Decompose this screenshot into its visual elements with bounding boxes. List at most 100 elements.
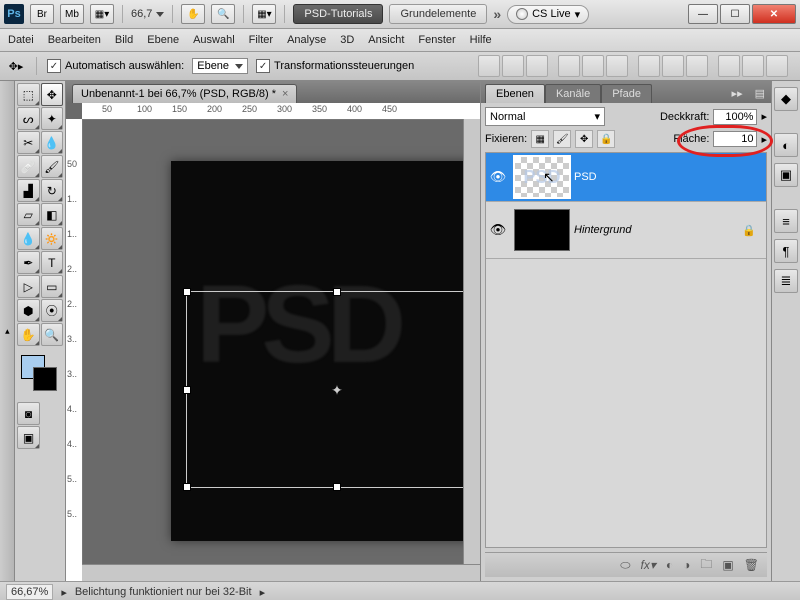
maximize-button[interactable]: ☐ bbox=[720, 4, 750, 24]
close-tab-icon[interactable]: × bbox=[282, 88, 288, 100]
workspace-tab-other[interactable]: Grundelemente bbox=[389, 4, 487, 24]
distribute-button[interactable] bbox=[662, 55, 684, 77]
hand-tool-shortcut[interactable]: ✋ bbox=[181, 4, 205, 24]
gradient-tool[interactable]: ◧ bbox=[41, 203, 64, 226]
distribute-button[interactable] bbox=[766, 55, 788, 77]
visibility-toggle[interactable]: 👁 bbox=[486, 169, 510, 185]
menu-bild[interactable]: Bild bbox=[115, 34, 133, 46]
transform-handle[interactable] bbox=[183, 288, 191, 296]
zoom-display[interactable]: 66,7 bbox=[131, 8, 164, 20]
distribute-button[interactable] bbox=[638, 55, 660, 77]
layer-row[interactable]: 👁 Hintergrund 🔒 bbox=[486, 202, 766, 259]
cslive-button[interactable]: CS Live▾ bbox=[507, 5, 589, 24]
menu-3d[interactable]: 3D bbox=[340, 34, 354, 46]
link-layers-button[interactable]: ⬭ bbox=[620, 558, 630, 573]
path-select-tool[interactable]: ▷ bbox=[17, 275, 40, 298]
new-layer-button[interactable]: ▣ bbox=[722, 558, 733, 572]
horizontal-ruler[interactable]: 50100150200250300350400450 bbox=[82, 103, 480, 120]
bridge-button[interactable]: Br bbox=[30, 4, 54, 24]
workspace-more-icon[interactable]: » bbox=[493, 6, 501, 22]
transform-controls-checkbox[interactable]: ✓Transformationssteuerungen bbox=[256, 59, 414, 73]
eraser-tool[interactable]: ▱ bbox=[17, 203, 40, 226]
fill-input[interactable]: 10 bbox=[713, 131, 757, 147]
type-tool[interactable]: T bbox=[41, 251, 64, 274]
zoom-tool-shortcut[interactable]: 🔍 bbox=[211, 4, 235, 24]
marquee-tool[interactable]: ⬚ bbox=[17, 83, 40, 106]
hand-tool[interactable]: ✋ bbox=[17, 323, 40, 346]
dock-swatches-icon[interactable]: ◆ bbox=[774, 87, 798, 111]
dock-masks-icon[interactable]: ▣ bbox=[774, 163, 798, 187]
auto-select-dropdown[interactable]: Ebene bbox=[192, 58, 248, 74]
brush-tool[interactable]: 🖌 bbox=[41, 155, 64, 178]
transform-handle[interactable] bbox=[333, 483, 341, 491]
crop-tool[interactable]: ✂ bbox=[17, 131, 40, 154]
layer-name[interactable]: PSD bbox=[574, 171, 766, 183]
lasso-tool[interactable]: ᔕ bbox=[17, 107, 40, 130]
menu-auswahl[interactable]: Auswahl bbox=[193, 34, 235, 46]
adjustment-button[interactable]: ◑ bbox=[683, 558, 690, 572]
minimize-button[interactable]: — bbox=[688, 4, 718, 24]
shape-tool[interactable]: ▭ bbox=[41, 275, 64, 298]
screenmode-button[interactable]: ▣ bbox=[17, 426, 40, 449]
opacity-flyout-icon[interactable]: ▸ bbox=[761, 110, 767, 123]
vertical-scrollbar[interactable] bbox=[463, 119, 480, 565]
lock-transparency-button[interactable]: ▦ bbox=[531, 130, 549, 148]
move-tool[interactable]: ✥ bbox=[41, 83, 64, 106]
dock-history-icon[interactable]: ≡ bbox=[774, 209, 798, 233]
vertical-ruler[interactable]: 501..1..2..2..3..3..4..4..5..5.. bbox=[66, 119, 83, 581]
lock-position-button[interactable]: ✥ bbox=[575, 130, 593, 148]
zoom-field[interactable]: 66,67% bbox=[6, 584, 53, 600]
auto-select-checkbox[interactable]: ✓Automatisch auswählen: bbox=[47, 59, 184, 73]
group-button[interactable]: 🗀 bbox=[700, 555, 712, 576]
visibility-toggle[interactable]: 👁 bbox=[486, 222, 510, 238]
opacity-input[interactable]: 100% bbox=[713, 109, 757, 125]
panel-menu-icon[interactable]: ▤ bbox=[749, 84, 771, 103]
minibridge-button[interactable]: Mb bbox=[60, 4, 84, 24]
collapse-strip[interactable]: ◂ bbox=[0, 81, 15, 581]
pen-tool[interactable]: ✒ bbox=[17, 251, 40, 274]
menu-datei[interactable]: Datei bbox=[8, 34, 34, 46]
horizontal-scrollbar[interactable] bbox=[82, 564, 480, 581]
menu-analyse[interactable]: Analyse bbox=[287, 34, 326, 46]
dock-paragraph-icon[interactable]: ≣ bbox=[774, 269, 798, 293]
mask-button[interactable]: ◐ bbox=[666, 558, 673, 572]
menu-filter[interactable]: Filter bbox=[249, 34, 273, 46]
align-button[interactable] bbox=[526, 55, 548, 77]
tab-kanaele[interactable]: Kanäle bbox=[545, 84, 601, 103]
dodge-tool[interactable]: 🔅 bbox=[41, 227, 64, 250]
layer-thumbnail[interactable] bbox=[514, 209, 570, 251]
history-brush-tool[interactable]: ↻ bbox=[41, 179, 64, 202]
panel-expand-icon[interactable]: ▸▸ bbox=[726, 84, 749, 103]
layer-name[interactable]: Hintergrund bbox=[574, 224, 732, 236]
dock-character-icon[interactable]: ¶ bbox=[774, 239, 798, 263]
menu-ansicht[interactable]: Ansicht bbox=[368, 34, 404, 46]
magic-wand-tool[interactable]: ✦ bbox=[41, 107, 64, 130]
blend-mode-dropdown[interactable]: Normal▾ bbox=[485, 107, 605, 126]
menu-ebene[interactable]: Ebene bbox=[147, 34, 179, 46]
distribute-button[interactable] bbox=[742, 55, 764, 77]
distribute-button[interactable] bbox=[686, 55, 708, 77]
align-button[interactable] bbox=[558, 55, 580, 77]
transform-handle[interactable] bbox=[333, 288, 341, 296]
align-button[interactable] bbox=[502, 55, 524, 77]
transform-bounding-box[interactable]: ✦ bbox=[186, 291, 480, 488]
3d-tool[interactable]: ⬢ bbox=[17, 299, 40, 322]
zoom-tool[interactable]: 🔍 bbox=[41, 323, 64, 346]
menu-fenster[interactable]: Fenster bbox=[418, 34, 455, 46]
screen-mode-button[interactable]: ▦▾ bbox=[90, 4, 114, 24]
transform-handle[interactable] bbox=[183, 483, 191, 491]
tab-pfade[interactable]: Pfade bbox=[601, 84, 652, 103]
close-button[interactable]: ✕ bbox=[752, 4, 796, 24]
document-tab[interactable]: Unbenannt-1 bei 66,7% (PSD, RGB/8) *× bbox=[72, 84, 297, 103]
align-button[interactable] bbox=[606, 55, 628, 77]
layer-thumbnail[interactable]: PSD ↖ bbox=[514, 156, 570, 198]
eyedropper-tool[interactable]: 💧 bbox=[41, 131, 64, 154]
align-button[interactable] bbox=[582, 55, 604, 77]
delete-layer-button[interactable]: 🗑 bbox=[744, 558, 759, 572]
background-swatch[interactable] bbox=[33, 367, 57, 391]
tab-ebenen[interactable]: Ebenen bbox=[485, 84, 545, 103]
transform-center-icon[interactable]: ✦ bbox=[331, 384, 343, 396]
blur-tool[interactable]: 💧 bbox=[17, 227, 40, 250]
active-tool-icon[interactable]: ✥▸ bbox=[6, 56, 26, 76]
fx-button[interactable]: fx▾ bbox=[641, 558, 656, 572]
